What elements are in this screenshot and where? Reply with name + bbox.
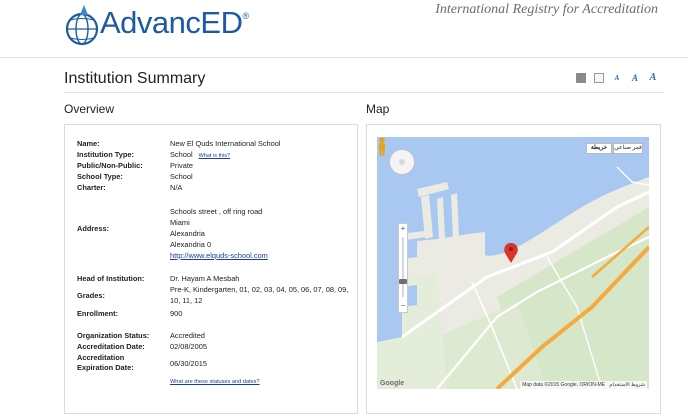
location-map[interactable]: خريطة قمر صناعي + − Google Map data ©201… (377, 137, 649, 389)
head-label: Head of Institution: (77, 274, 145, 283)
public-label: Public/Non-Public: (77, 161, 143, 170)
zoom-control[interactable]: + − (398, 223, 408, 313)
institution-type-value: School What is this? (170, 150, 231, 159)
logo-text: AdvancED® (100, 5, 249, 40)
statuses-dates-link[interactable]: What are these statuses and dates? (170, 377, 350, 388)
overview-panel: Name: New El Quds International School I… (64, 124, 358, 414)
font-medium-icon[interactable]: A (630, 73, 640, 83)
accreditation-expiration-value: 06/30/2015 (170, 359, 207, 368)
font-large-icon[interactable]: A (648, 73, 658, 83)
globe-icon (65, 5, 99, 46)
page-tools: A A A (576, 73, 658, 83)
title-divider (64, 92, 664, 93)
address-line-4: Alexandria 0 (170, 240, 212, 249)
address-label: Address: (77, 224, 110, 233)
map-canvas (377, 137, 649, 389)
address-line-1: Schools street , off ring road (170, 207, 263, 216)
school-type-label: School Type: (77, 172, 123, 181)
map-type-satellite-button[interactable]: قمر صناعي (613, 143, 643, 154)
what-is-this-link[interactable]: What is this? (199, 153, 230, 159)
map-footer: Google Map data ©2015 Google, ORION-ME ش… (377, 380, 649, 389)
advanced-logo[interactable]: AdvancED® (64, 3, 249, 55)
org-status-label: Organization Status: (77, 331, 150, 340)
zoom-out-button[interactable]: − (399, 302, 407, 311)
map-type-road-button[interactable]: خريطة (586, 143, 612, 154)
map-attribution: Map data ©2015 Google, ORION-ME (520, 381, 607, 389)
org-status-value: Accredited (170, 331, 205, 340)
grades-label: Grades: (77, 291, 105, 300)
print-icon[interactable] (576, 73, 586, 83)
charter-label: Charter: (77, 183, 106, 192)
overview-heading: Overview (64, 102, 115, 116)
font-small-icon[interactable]: A (612, 73, 622, 83)
page-title: Institution Summary (64, 70, 206, 87)
head-value: Dr. Hayam A Mesbah (170, 274, 240, 283)
site-header: AdvancED® International Registry for Acc… (0, 0, 688, 58)
document-icon[interactable] (594, 73, 604, 83)
tagline: International Registry for Accreditation (435, 2, 658, 17)
zoom-slider-thumb[interactable] (399, 279, 407, 284)
address-line-2: Miami (170, 218, 190, 227)
website-link[interactable]: http://www.elquds-school.com (170, 251, 350, 262)
accreditation-expiration-label: Accreditation Expiration Date: (77, 353, 134, 372)
accreditation-date-value: 02/08/2005 (170, 342, 207, 351)
name-label: Name: (77, 139, 100, 148)
grades-value: Pre-K, Kindergarten, 01, 02, 03, 04, 05,… (170, 285, 349, 305)
enrollment-label: Enrollment: (77, 309, 119, 318)
map-panel: خريطة قمر صناعي + − Google Map data ©201… (366, 124, 661, 414)
terms-of-use-link[interactable]: شروط الاستخدام (607, 381, 647, 389)
name-value: New El Quds International School (170, 139, 281, 148)
pan-control[interactable] (389, 149, 415, 175)
google-logo: Google (380, 380, 405, 387)
map-heading: Map (366, 102, 390, 116)
charter-value: N/A (170, 183, 183, 192)
zoom-in-button[interactable]: + (399, 225, 407, 234)
zoom-slider-track[interactable] (402, 237, 404, 297)
pegman-icon[interactable] (377, 137, 387, 157)
enrollment-value: 900 (170, 309, 183, 318)
accreditation-date-label: Accreditation Date: (77, 342, 145, 351)
address-line-3: Alexandria (170, 229, 205, 238)
institution-type-label: Institution Type: (77, 150, 134, 159)
school-type-value: School (170, 172, 193, 181)
public-value: Private (170, 161, 194, 170)
